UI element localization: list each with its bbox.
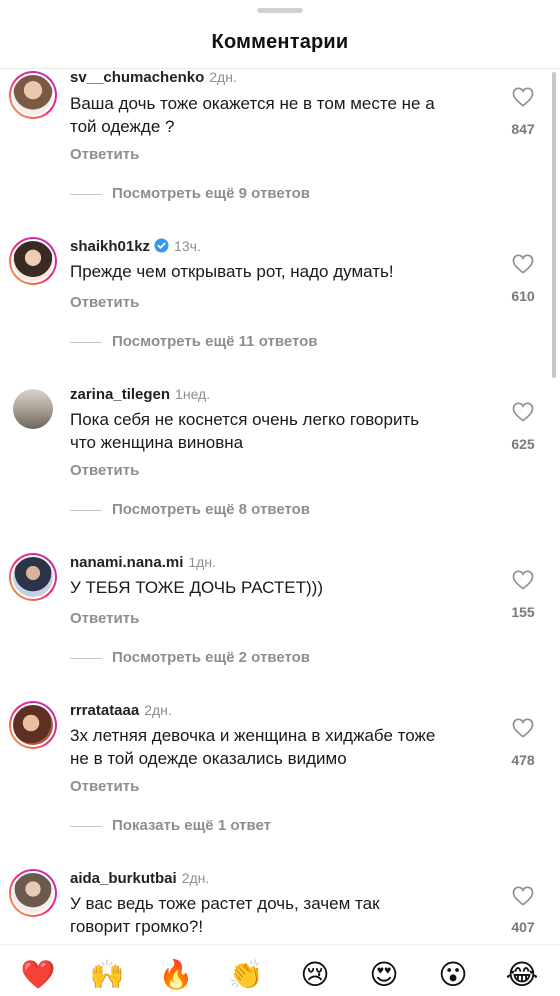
comments-list[interactable]: sv__chumachenko 2дн. Ваша дочь тоже окаже… [0,69,560,939]
like-button[interactable] [508,87,538,107]
heart-icon [512,402,534,422]
comment-text-line: У вас ведь тоже растет дочь, зачем так [70,894,380,913]
avatar-image [11,239,55,283]
comment-meta: shaikh01kz 13ч. [70,237,201,256]
comment-text-line: У ТЕБЯ ТОЖЕ ДОЧЬ РАСТЕТ))) [70,578,323,597]
avatar[interactable] [9,385,57,433]
replies-line [70,193,102,195]
view-replies-label: Показать ещё 1 ответ [112,817,271,834]
comment-text: Пока себя не коснется очень легко говори… [70,408,490,454]
heart-icon [512,886,534,906]
view-replies-button[interactable]: Посмотреть ещё 9 ответов [70,185,310,202]
comment-meta: rrratataaa 2дн. [70,701,172,720]
replies-line [70,341,102,343]
comment-username[interactable]: aida_burkutbai [70,870,177,887]
fire-emoji-icon[interactable]: 🔥 [158,957,194,993]
comment-username[interactable]: zarina_tilegen [70,386,170,403]
comment-text-line: Пока себя не коснется очень легко говори… [70,410,420,429]
heart-eyes-emoji-icon[interactable]: 😍 [366,957,402,993]
comment-username[interactable]: nanami.nana.mi [70,554,183,571]
like-button[interactable] [508,254,538,274]
reply-button[interactable]: Ответить [70,146,139,163]
clapping-hands-emoji-icon[interactable]: 👏 [228,957,264,993]
like-count: 610 [511,288,535,304]
heart-icon [512,254,534,274]
laughing-tears-emoji-icon[interactable]: 😂 [504,957,540,993]
comment-text: 3х летняя девочка и женщина в хиджабе то… [70,724,490,770]
reply-button[interactable]: Ответить [70,294,139,311]
comment-time: 2дн. [181,870,210,886]
view-replies-label: Посмотреть ещё 2 ответов [112,649,311,666]
reply-button[interactable]: Ответить [70,778,139,795]
comment-time: 2дн. [144,702,172,718]
quick-reactions-bar: ❤️ 🙌 🔥 👏 😢 😍 😮 😂 [0,944,560,996]
like-count: 625 [511,436,535,452]
surprised-face-emoji-icon[interactable]: 😮 [435,957,471,993]
comment-meta: aida_burkutbai 2дн. [70,869,209,888]
comment-time: 13ч. [174,238,201,254]
page-title: Комментарии [211,31,349,53]
avatar-image [13,389,53,429]
comment-text: Прежде чем открывать рот, надо думать! [70,260,490,283]
view-replies-button[interactable]: Показать ещё 1 ответ [70,817,271,834]
comment-time: 1нед. [175,386,211,402]
like-count: 847 [511,121,535,137]
comment-text-line: 3х летняя девочка и женщина в хиджабе то… [70,726,436,745]
comment-text-line: той одежде ? [70,117,175,136]
view-replies-label: Посмотреть ещё 8 ответов [112,501,311,518]
like-button[interactable] [508,402,538,422]
like-button[interactable] [508,570,538,590]
avatar[interactable] [9,701,57,749]
comment-meta: nanami.nana.mi 1дн. [70,553,216,572]
view-replies-button[interactable]: Посмотреть ещё 2 ответов [70,649,310,666]
replies-line [70,825,102,827]
avatar[interactable] [9,71,57,119]
avatar-image [11,703,55,747]
view-replies-button[interactable]: Посмотреть ещё 8 ответов [70,501,310,518]
view-replies-label: Посмотреть ещё 9 ответов [112,185,311,202]
crying-face-emoji-icon[interactable]: 😢 [297,957,333,993]
replies-line [70,657,102,659]
like-count: 478 [511,752,535,768]
comment-meta: sv__chumachenko 2дн. [70,69,237,87]
comment-time: 1дн. [188,554,216,570]
comment-time: 2дн. [209,69,237,85]
comment-text: У ТЕБЯ ТОЖЕ ДОЧЬ РАСТЕТ))) [70,576,490,599]
scrollbar[interactable] [552,72,556,378]
comment-text-line: Ваша дочь тоже окажется не в том месте н… [70,94,435,113]
comment-text-line: Прежде чем открывать рот, надо думать! [70,262,394,281]
header: Комментарии [0,22,560,68]
comment-text: Ваша дочь тоже окажется не в том месте н… [70,92,490,138]
avatar-image [11,73,55,117]
avatar-image [11,555,55,599]
view-replies-label: Посмотреть ещё 11 ответов [112,333,318,350]
avatar[interactable] [9,237,57,285]
view-replies-button[interactable]: Посмотреть ещё 11 ответов [70,333,318,350]
like-button[interactable] [508,718,538,738]
like-button[interactable] [508,886,538,906]
comment-username[interactable]: rrratataaa [70,702,139,719]
heart-icon [512,718,534,738]
like-count: 155 [511,604,535,620]
heart-icon [512,87,534,107]
avatar-image [11,871,55,915]
avatar[interactable] [9,869,57,917]
verified-badge-icon [154,238,169,253]
sheet-grabber[interactable] [257,8,303,13]
heart-emoji-icon[interactable]: ❤️ [20,957,56,993]
heart-icon [512,570,534,590]
comment-username[interactable]: sv__chumachenko [70,69,204,86]
replies-line [70,509,102,511]
comment-text: У вас ведь тоже растет дочь, зачем так г… [70,892,490,938]
reply-button[interactable]: Ответить [70,462,139,479]
comment-text-line: не в той одежде оказались видимо [70,749,347,768]
reply-button[interactable]: Ответить [70,610,139,627]
comment-text-line: говорит громко?! [70,917,204,936]
avatar[interactable] [9,553,57,601]
comment-meta: zarina_tilegen 1нед. [70,385,210,404]
comment-username[interactable]: shaikh01kz [70,238,150,255]
raised-hands-emoji-icon[interactable]: 🙌 [89,957,125,993]
like-count: 407 [511,919,535,935]
comment-text-line: что женщина виновна [70,433,244,452]
